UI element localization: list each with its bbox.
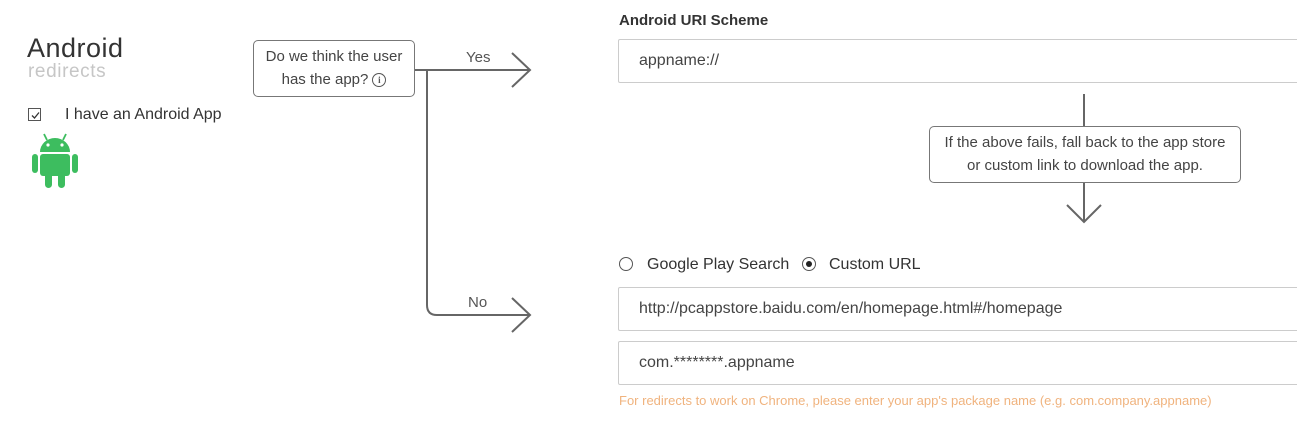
decision-line-2-text: has the app?: [281, 71, 369, 88]
google-play-search-label[interactable]: Google Play Search: [647, 256, 789, 274]
fallback-line-2: or custom link to download the app.: [967, 157, 1203, 174]
package-name-hint: For redirects to work on Chrome, please …: [619, 393, 1212, 408]
fallback-box: If the above fails, fall back to the app…: [929, 126, 1241, 183]
yes-label: Yes: [466, 49, 491, 66]
decision-line-2: has the app? i: [254, 68, 414, 91]
info-icon[interactable]: i: [372, 73, 387, 87]
fallback-line-1: If the above fails, fall back to the app…: [944, 134, 1226, 151]
google-play-search-radio[interactable]: [619, 257, 633, 271]
custom-url-label[interactable]: Custom URL: [829, 256, 921, 274]
custom-url-input[interactable]: http://pcappstore.baidu.com/en/homepage.…: [618, 287, 1297, 331]
package-name-input[interactable]: com.********.appname: [618, 341, 1297, 385]
uri-scheme-label: Android URI Scheme: [619, 12, 769, 29]
decision-box: Do we think the user has the app? i: [253, 40, 415, 97]
uri-scheme-input[interactable]: appname://: [618, 39, 1297, 83]
no-label: No: [468, 294, 488, 311]
decision-line-1: Do we think the user: [265, 48, 403, 65]
custom-url-radio[interactable]: [802, 257, 816, 271]
